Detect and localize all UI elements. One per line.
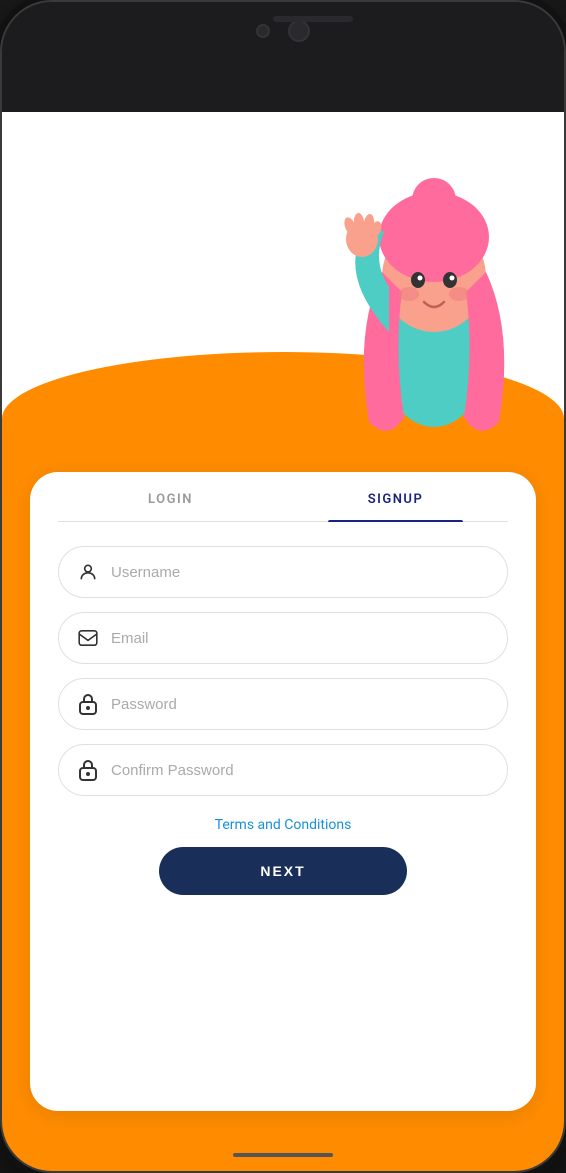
next-button[interactable]: NEXT — [159, 847, 407, 895]
terms-link[interactable]: Terms and Conditions — [215, 817, 352, 833]
tab-bar: LOGIN SIGNUP — [58, 472, 508, 522]
email-input-wrapper — [58, 612, 508, 664]
email-input[interactable] — [111, 630, 489, 647]
tab-login[interactable]: LOGIN — [58, 472, 283, 521]
phone-top-bar — [2, 2, 564, 112]
speaker — [273, 16, 353, 22]
confirm-lock-icon — [77, 759, 99, 781]
phone-frame: 12:03 🛡 🔰 A 💳 — [0, 0, 566, 1173]
username-input-wrapper — [58, 546, 508, 598]
password-input[interactable] — [111, 696, 489, 713]
user-icon — [77, 561, 99, 583]
signup-form — [58, 546, 508, 796]
front-camera — [256, 24, 270, 38]
character-svg — [334, 132, 534, 452]
username-input[interactable] — [111, 564, 489, 581]
main-camera — [288, 20, 310, 42]
email-icon — [77, 627, 99, 649]
screen-content: LOGIN SIGNUP — [2, 112, 564, 1171]
confirm-password-input-wrapper — [58, 744, 508, 796]
lock-icon — [77, 693, 99, 715]
signup-card: LOGIN SIGNUP — [30, 472, 536, 1111]
character-illustration — [334, 132, 534, 452]
camera-notch — [256, 20, 310, 42]
password-input-wrapper — [58, 678, 508, 730]
tab-signup[interactable]: SIGNUP — [283, 472, 508, 521]
confirm-password-input[interactable] — [111, 762, 489, 779]
terms-container: Terms and Conditions — [58, 814, 508, 833]
home-indicator — [233, 1153, 333, 1157]
